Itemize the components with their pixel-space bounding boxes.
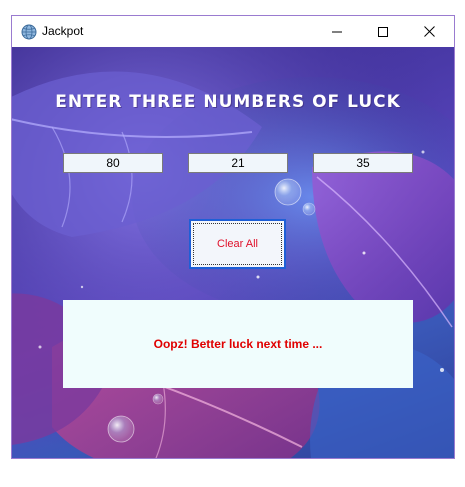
- lucky-number-input-3[interactable]: [313, 153, 413, 173]
- title-bar[interactable]: Jackpot: [12, 16, 454, 47]
- maximize-icon: [378, 26, 388, 37]
- lucky-number-input-1[interactable]: [63, 153, 163, 173]
- form-client-area: ENTER THREE NUMBERS OF LUCK Clear All Oo…: [12, 47, 454, 458]
- close-icon: [423, 26, 435, 37]
- globe-icon: [21, 24, 37, 40]
- result-message: Oopz! Better luck next time ...: [153, 337, 323, 351]
- result-panel: Oopz! Better luck next time ...: [63, 300, 413, 388]
- close-button[interactable]: [406, 16, 452, 47]
- page-heading: ENTER THREE NUMBERS OF LUCK: [55, 92, 401, 112]
- maximize-button[interactable]: [360, 16, 406, 47]
- app-window: Jackpot ENTER THREE NUMBERS OF LUCK 80 2…: [11, 15, 455, 459]
- lucky-number-input-2[interactable]: [188, 153, 288, 173]
- minimize-button[interactable]: [314, 16, 360, 47]
- window-title: Jackpot: [42, 24, 84, 38]
- clear-all-button[interactable]: Clear All: [189, 219, 286, 269]
- minimize-icon: [332, 31, 342, 32]
